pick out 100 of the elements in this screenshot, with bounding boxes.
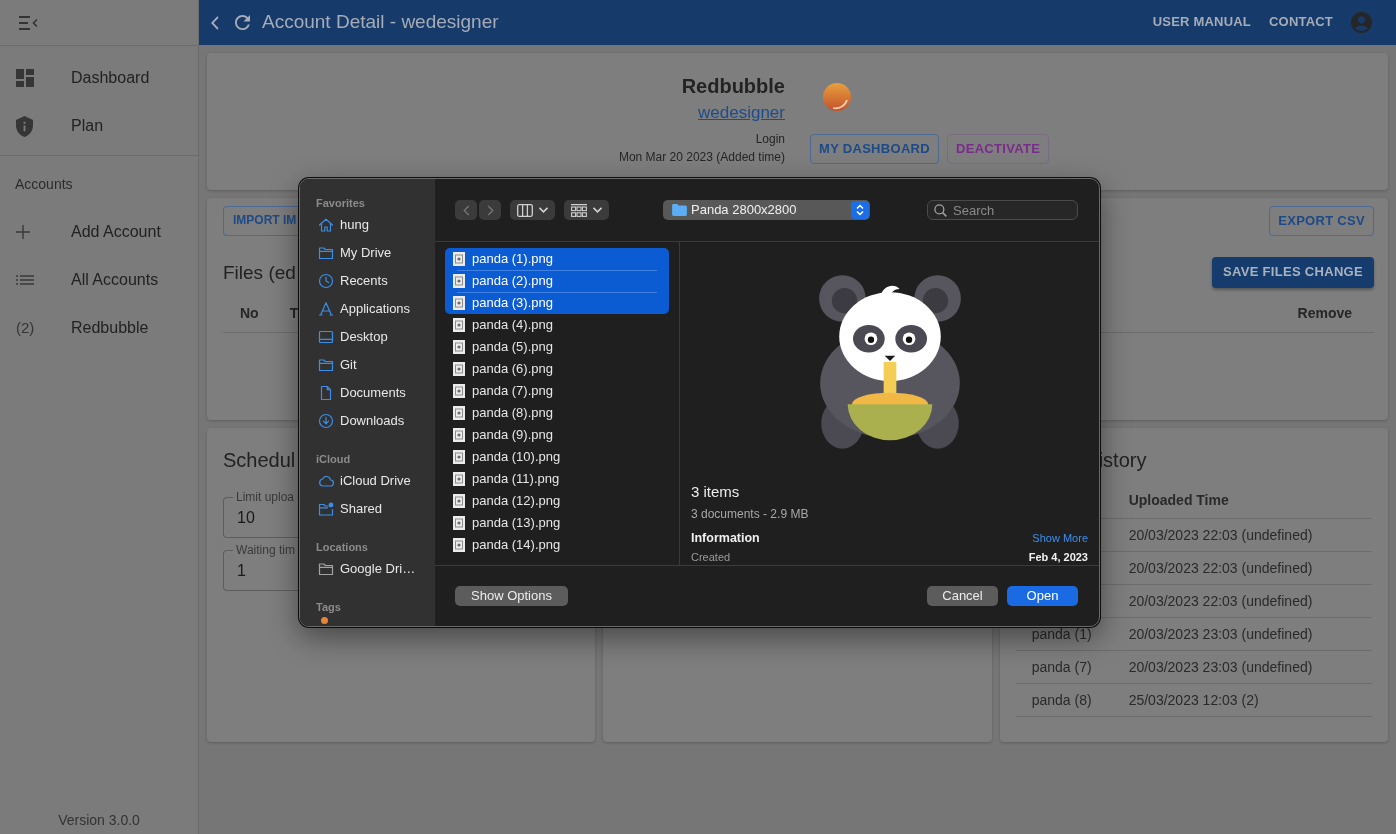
image-file-icon: [453, 252, 465, 266]
image-file-icon: [453, 538, 465, 552]
info-value: Feb 4, 2023: [1028, 550, 1088, 564]
header-link[interactable]: CONTACT: [1269, 14, 1333, 31]
places-item[interactable]: hung: [318, 211, 369, 239]
places-item[interactable]: Downloads: [318, 407, 405, 435]
field-label: Waiting tim: [235, 544, 296, 556]
search-field[interactable]: Search: [927, 200, 1078, 220]
places-item[interactable]: Applications: [318, 295, 411, 323]
show-options-button[interactable]: Show Options: [455, 586, 568, 606]
column-header: No: [240, 304, 259, 323]
columns-icon: [517, 203, 533, 217]
open-button[interactable]: Open: [1007, 586, 1078, 606]
file-row[interactable]: panda (13).png: [445, 512, 669, 534]
chevron-right-icon: [486, 204, 494, 216]
grid-view-button[interactable]: [564, 200, 609, 220]
schedule-heading: Schedul: [223, 448, 296, 472]
section-heading: Favorites: [316, 196, 365, 211]
sidebar-item[interactable]: Dashboard: [16, 54, 150, 102]
image-file-icon: [453, 450, 465, 464]
sidebar-item[interactable]: All Accounts: [16, 256, 159, 304]
chevron-down-icon: [539, 207, 548, 213]
desktop-icon: [318, 329, 334, 345]
column-header: Remove: [1297, 304, 1352, 323]
tag-dot-icon[interactable]: [321, 617, 328, 624]
places-item[interactable]: Documents: [318, 379, 406, 407]
logo-icon: [823, 83, 851, 111]
places-item[interactable]: Google Dri…: [318, 555, 416, 583]
sidebar-item[interactable]: Plan: [16, 102, 104, 150]
sidebar-item[interactable]: Add Account: [16, 208, 161, 256]
download-icon: [318, 413, 334, 429]
places-item[interactable]: My Drive: [318, 239, 392, 267]
stepper-icon: [851, 201, 869, 219]
chevron-left-icon[interactable]: [211, 15, 219, 30]
cloud-icon: [318, 473, 334, 489]
image-file-icon: [453, 472, 465, 486]
shared-folder-icon: [318, 501, 334, 517]
file-row[interactable]: panda (7).png: [445, 380, 669, 402]
file-row[interactable]: panda (1).png: [445, 248, 669, 270]
section-heading: Tags: [316, 600, 341, 615]
file-row[interactable]: panda (2).png: [445, 270, 669, 292]
places-item[interactable]: Shared: [318, 495, 382, 523]
table-cell: panda (1): [1031, 625, 1092, 642]
table-cell: panda (8): [1031, 691, 1092, 708]
items-summary: 3 documents - 2.9 MB: [691, 506, 809, 522]
image-file-icon: [453, 428, 465, 442]
file-row[interactable]: panda (14).png: [445, 534, 669, 556]
places-item[interactable]: Recents: [318, 267, 388, 295]
folder-icon: [318, 245, 334, 261]
sidebar-subheader: Accounts: [15, 175, 73, 194]
folder-icon: [318, 561, 334, 577]
table-cell: 20/03/2023 23:03 (undefined): [1128, 658, 1313, 675]
file-row[interactable]: panda (6).png: [445, 358, 669, 380]
table-cell: 20/03/2023 22:03 (undefined): [1128, 559, 1313, 576]
file-row[interactable]: panda (11).png: [445, 468, 669, 490]
header-link[interactable]: USER MANUAL: [1152, 14, 1251, 31]
image-file-icon: [453, 384, 465, 398]
column-header: Uploaded Time: [1128, 492, 1229, 509]
applications-icon: [318, 301, 334, 317]
table-cell: 20/03/2023 22:03 (undefined): [1128, 592, 1313, 609]
sidebar-item[interactable]: (2) Redbubble: [16, 304, 149, 352]
section-heading: iCloud: [316, 452, 351, 467]
places-item[interactable]: Desktop: [318, 323, 388, 351]
location-dropdown[interactable]: Panda 2800x2800: [663, 200, 870, 220]
image-file-icon: [453, 318, 465, 332]
image-file-icon: [453, 494, 465, 508]
file-row[interactable]: panda (12).png: [445, 490, 669, 512]
file-row[interactable]: panda (10).png: [445, 446, 669, 468]
file-row[interactable]: panda (9).png: [445, 424, 669, 446]
file-row[interactable]: panda (8).png: [445, 402, 669, 424]
file-row[interactable]: panda (4).png: [445, 314, 669, 336]
chevron-left-icon: [462, 204, 470, 216]
info-label: Created: [691, 550, 731, 564]
image-file-icon: [453, 340, 465, 354]
column-header: T: [289, 304, 299, 323]
chevron-down-icon: [593, 207, 602, 213]
version-label: Version 3.0.0: [58, 812, 140, 828]
column-view-button[interactable]: [510, 200, 555, 220]
table-cell: 20/03/2023 23:03 (undefined): [1128, 625, 1313, 642]
files-heading: Files (ed: [223, 260, 296, 285]
refresh-icon[interactable]: [235, 15, 250, 30]
file-row[interactable]: panda (3).png: [445, 292, 669, 314]
added-time: Mon Mar 20 2023 (Added time): [618, 149, 785, 166]
document-icon: [318, 385, 334, 401]
page-title: Account Detail - wedesigner: [262, 10, 499, 35]
save-files-change-button[interactable]: SAVE FILES CHANGE: [1212, 257, 1374, 288]
file-row[interactable]: panda (5).png: [445, 336, 669, 358]
search-icon: [934, 204, 947, 217]
login-status: Login: [755, 131, 785, 148]
cancel-button[interactable]: Cancel: [927, 586, 998, 606]
field-label: Limit uploa: [235, 491, 296, 503]
show-more-link[interactable]: Show More: [1032, 530, 1088, 546]
shield-icon: [16, 115, 33, 137]
image-file-icon: [453, 362, 465, 376]
clock-icon: [318, 273, 334, 289]
table-cell: panda (7): [1031, 658, 1092, 675]
menu-collapse-icon[interactable]: [18, 15, 38, 30]
places-item[interactable]: Git: [318, 351, 357, 379]
places-item[interactable]: iCloud Drive: [318, 467, 411, 495]
table-cell: 25/03/2023 12:03 (2): [1128, 691, 1259, 708]
